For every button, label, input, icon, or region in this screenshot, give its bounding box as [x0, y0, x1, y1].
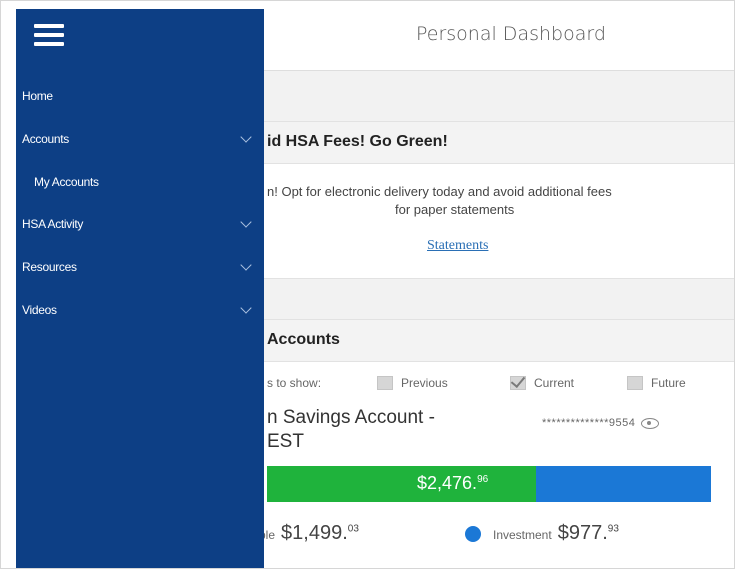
- eye-icon[interactable]: [641, 417, 660, 429]
- filter-current[interactable]: Current: [510, 374, 574, 392]
- app-frame: Personal Dashboard id HSA Fees! Go Green…: [0, 0, 735, 569]
- filter-label: s to show:: [267, 376, 322, 390]
- nav-item-my-accounts[interactable]: My Accounts: [16, 167, 264, 197]
- account-filter-row: s to show: Previous Current Future: [267, 374, 727, 396]
- current-label: Current: [534, 376, 575, 390]
- nav-item-accounts[interactable]: Accounts: [16, 124, 264, 154]
- account-name[interactable]: n Savings Account - EST: [267, 406, 487, 454]
- accounts-title: Accounts: [267, 331, 340, 348]
- future-label: Future: [651, 376, 686, 390]
- available-balance-fill: [267, 466, 536, 502]
- previous-checkbox[interactable]: [377, 376, 393, 390]
- current-checkbox[interactable]: [510, 376, 526, 390]
- nav-item-label: Accounts: [22, 132, 69, 146]
- nav-item-label: HSA Activity: [22, 217, 84, 231]
- investment-amount: $977.93: [558, 522, 619, 545]
- total-balance: $2,476.96: [417, 473, 488, 494]
- available-amount: $1,499.03: [281, 522, 359, 545]
- investment-dot-icon: [465, 525, 481, 542]
- balance-bar: $2,476.96: [267, 466, 711, 502]
- chevron-down-icon[interactable]: [240, 302, 252, 314]
- total-balance-cents: 96: [477, 474, 489, 485]
- previous-label: Previous: [401, 376, 448, 390]
- account-number-masked: **************9554: [542, 417, 636, 429]
- total-balance-dollars: $2,476.: [417, 473, 478, 493]
- nav-item-label: Home: [22, 89, 53, 103]
- chevron-down-icon[interactable]: [240, 259, 252, 271]
- nav-drawer: Home Accounts My Accounts HSA Activity R…: [16, 9, 264, 568]
- filter-previous[interactable]: Previous: [377, 374, 448, 392]
- nav-item-videos[interactable]: Videos: [16, 295, 264, 325]
- available-dollars: $1,499.: [281, 522, 348, 544]
- filter-future[interactable]: Future: [627, 374, 686, 392]
- investment-dollars: $977.: [557, 522, 608, 544]
- future-checkbox[interactable]: [627, 376, 643, 390]
- go-green-title: id HSA Fees! Go Green!: [267, 133, 448, 150]
- available-cents: 03: [347, 523, 359, 535]
- statements-link[interactable]: Statements: [427, 238, 488, 254]
- hamburger-menu-icon[interactable]: [34, 24, 64, 46]
- investment-legend: Investment $977.93: [465, 522, 619, 545]
- account-name-line1: n Savings Account -: [267, 407, 435, 428]
- chevron-down-icon[interactable]: [240, 216, 252, 228]
- investment-cents: 93: [607, 523, 619, 535]
- chevron-down-icon[interactable]: [240, 131, 252, 143]
- nav-item-hsa-activity[interactable]: HSA Activity: [16, 209, 264, 239]
- nav-item-label: Resources: [22, 260, 77, 274]
- investment-label: Investment: [493, 528, 552, 542]
- menu-toggle[interactable]: [16, 9, 89, 71]
- nav-item-home[interactable]: Home: [16, 81, 264, 111]
- nav-item-label: Videos: [22, 303, 57, 317]
- go-green-message-line2: for paper statements: [395, 202, 515, 217]
- nav-item-label: My Accounts: [34, 175, 99, 189]
- nav-item-resources[interactable]: Resources: [16, 252, 264, 282]
- go-green-message-line1: n! Opt for electronic delivery today and…: [267, 184, 612, 199]
- account-name-line2: EST: [267, 431, 304, 452]
- page-title: Personal Dashboard: [416, 23, 606, 45]
- account-number: **************9554: [542, 417, 660, 429]
